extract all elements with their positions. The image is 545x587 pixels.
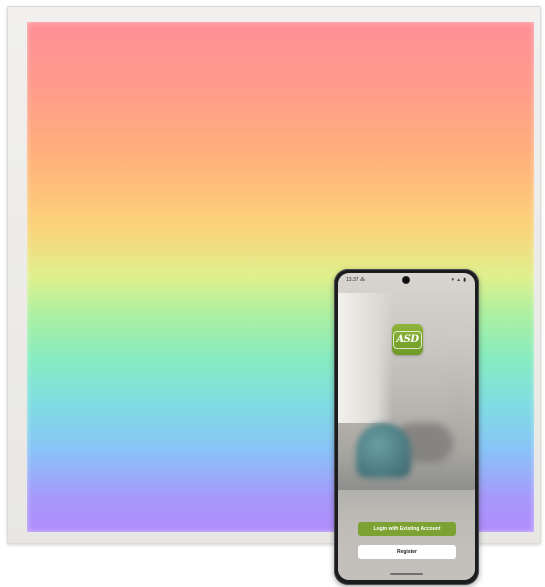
login-existing-account-button[interactable]: Login with Existing Account [358, 522, 456, 536]
status-time: 13:37 [346, 277, 359, 283]
front-camera-icon [403, 277, 409, 283]
asd-logo: ASD [392, 324, 423, 355]
phone-screen: 13:37 ⁂ ▾ ▴ ▮ ASD Login with Existing Ac… [338, 273, 475, 580]
background-door [449, 328, 469, 448]
asd-logo-text: ASD [393, 330, 422, 349]
background-chair [356, 423, 411, 478]
smartphone: 13:37 ⁂ ▾ ▴ ▮ ASD Login with Existing Ac… [334, 269, 479, 585]
home-indicator[interactable] [390, 573, 423, 575]
notification-icon: ⁂ [360, 277, 365, 283]
status-right-icons: ▾ ▴ ▮ [451, 277, 467, 283]
register-button[interactable]: Register [358, 545, 456, 559]
background-window [338, 293, 393, 423]
